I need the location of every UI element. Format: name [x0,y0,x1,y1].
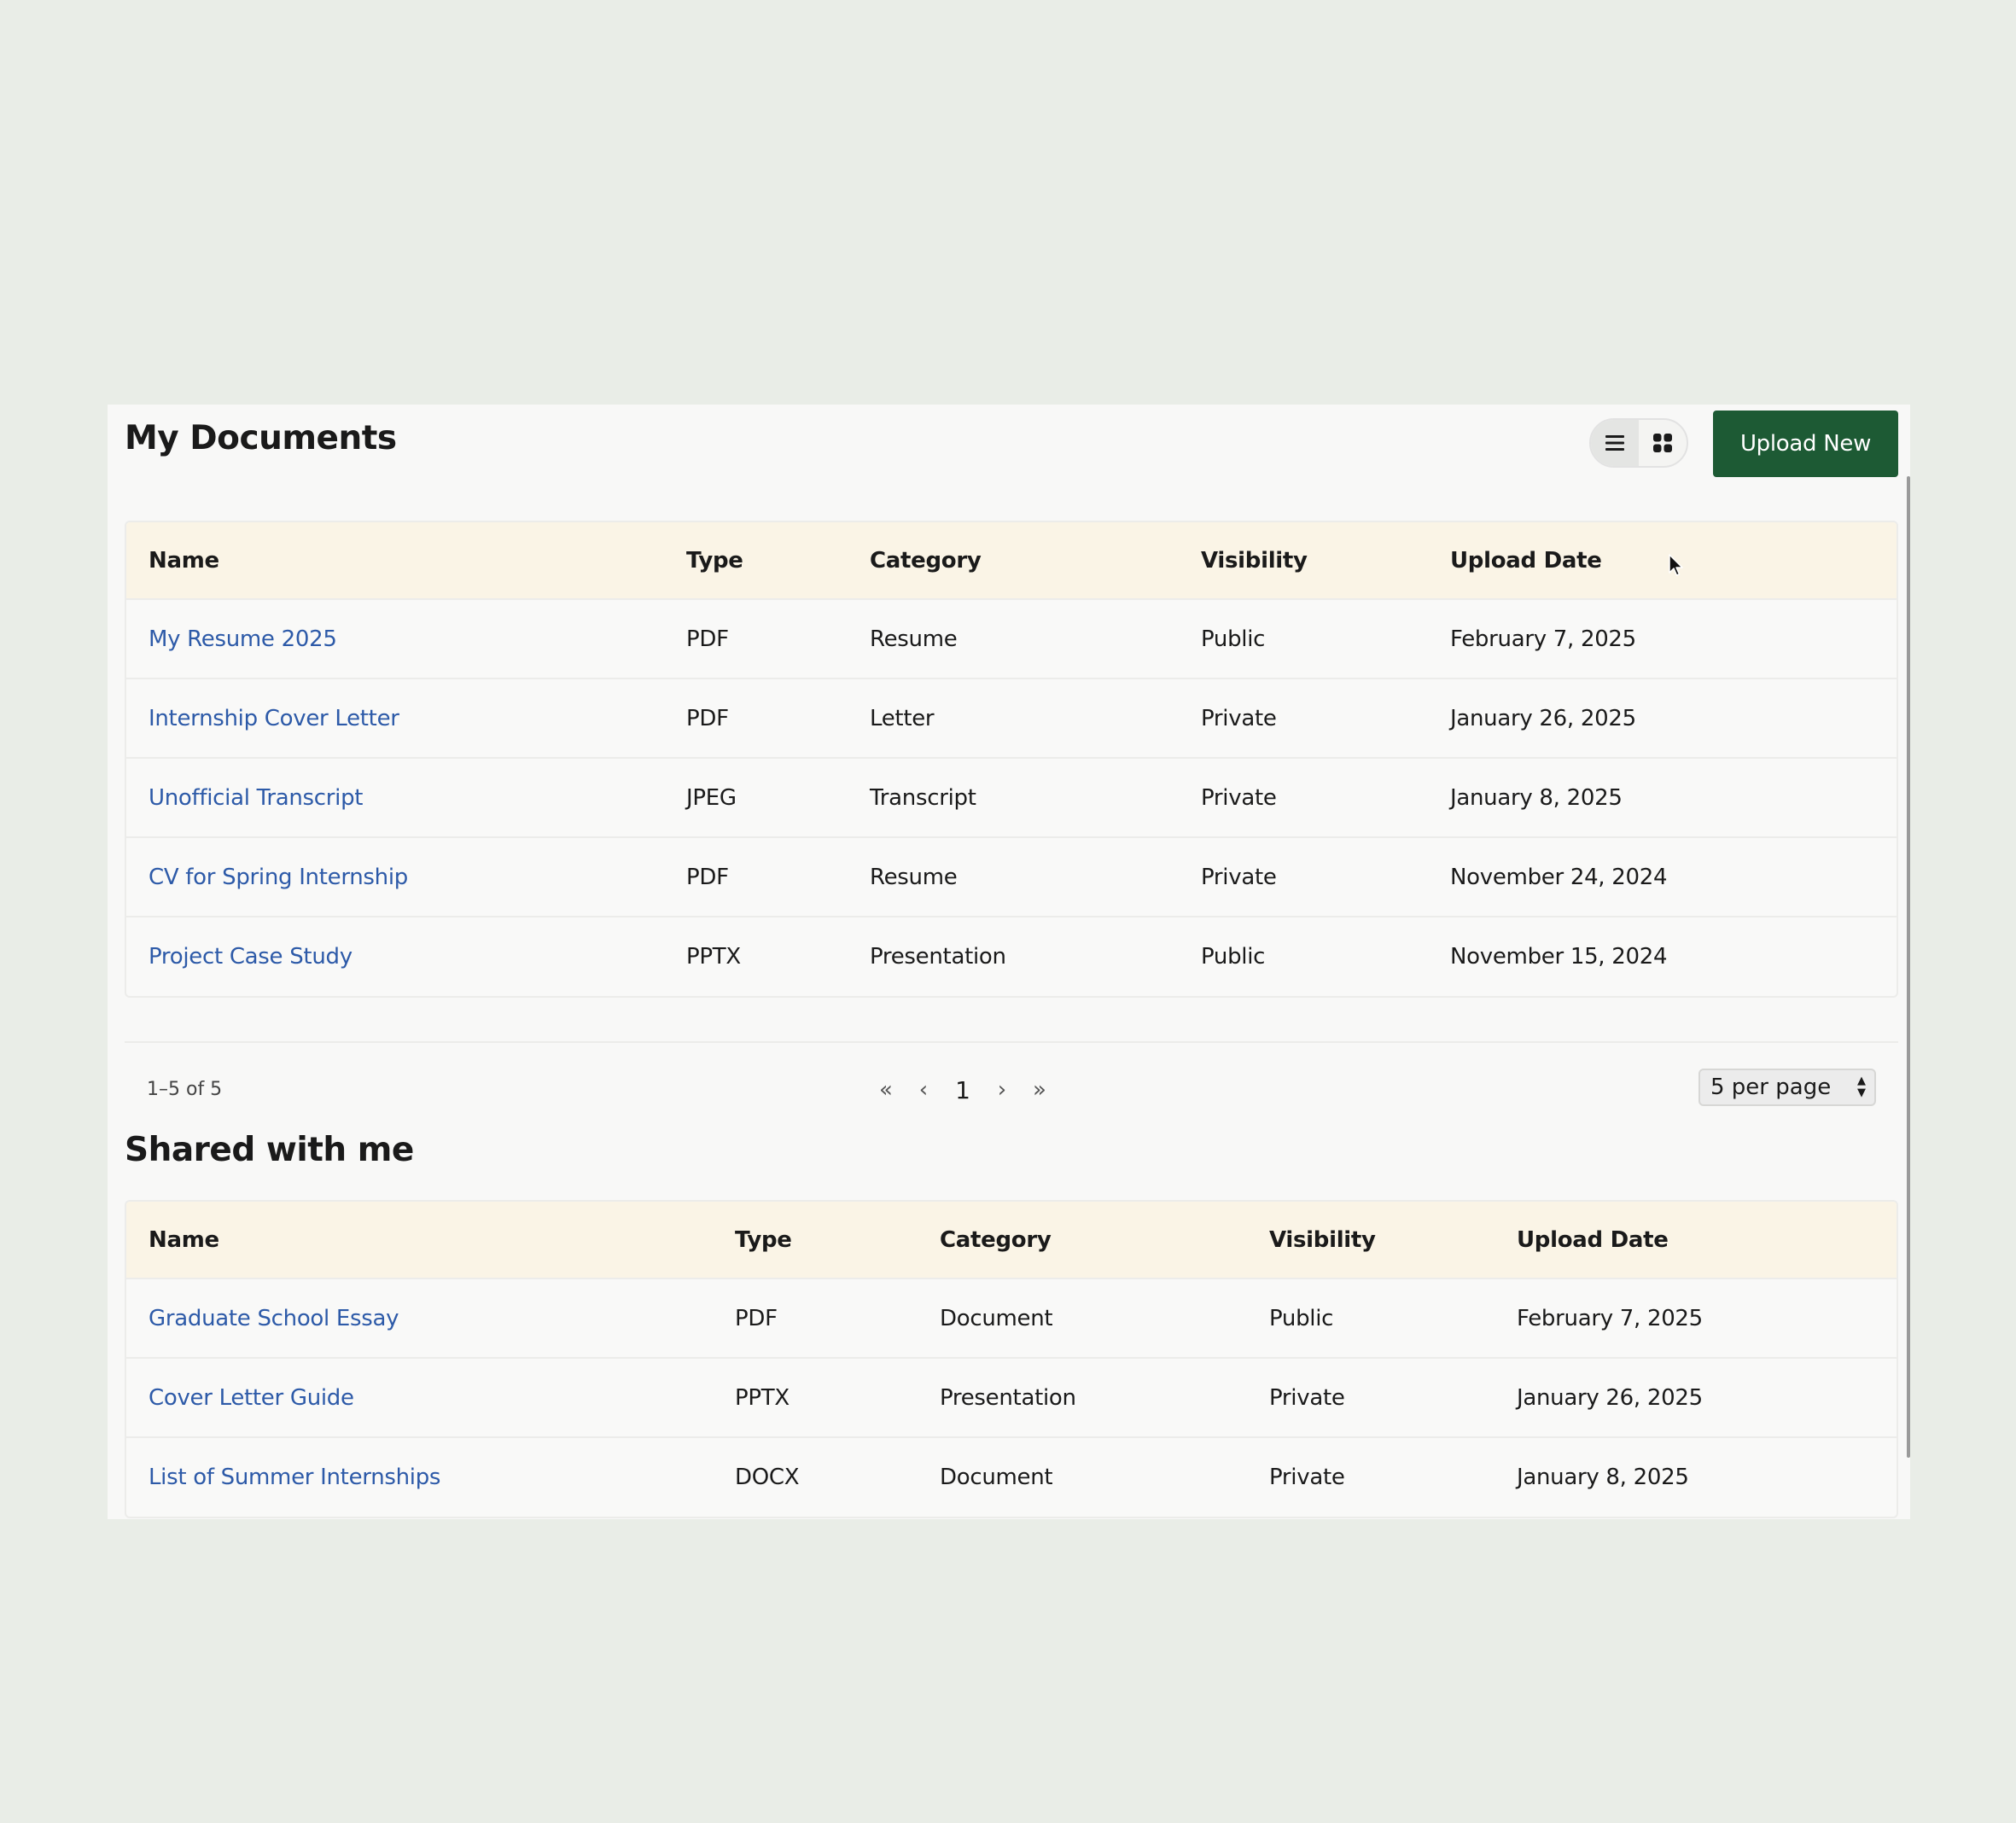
pagination-divider [125,1041,1898,1043]
column-header-upload-date[interactable]: Upload Date [1495,1202,1897,1279]
document-link[interactable]: Unofficial Transcript [149,785,364,811]
pagination-range: 1–5 of 5 [147,1079,223,1100]
document-visibility: Public [1201,944,1266,970]
upload-new-button[interactable]: Upload New [1713,411,1898,477]
list-icon [1605,435,1624,451]
document-visibility: Private [1179,758,1428,838]
table-row: Cover Letter Guide PPTX Presentation Pri… [126,1358,1897,1438]
document-type: PDF [664,599,848,679]
table-row: My Resume 2025 PDF Resume Public Februar… [126,599,1897,679]
document-type: JPEG [664,758,848,838]
document-upload-date: January 26, 2025 [1495,1358,1897,1438]
table-header-row: Name Type Category Visibility Upload Dat… [126,522,1897,600]
column-header-name[interactable]: Name [126,522,664,600]
view-toggle [1589,418,1688,468]
table-row: Project Case Study PPTX Presentation Pub… [126,917,1897,996]
document-upload-date: February 7, 2025 [1495,1278,1897,1359]
document-type: DOCX [735,1465,800,1490]
document-upload-date: February 7, 2025 [1428,599,1897,679]
list-view-button[interactable] [1591,420,1639,466]
next-page-button[interactable]: › [983,1072,1021,1108]
document-category: Presentation [870,944,1006,970]
document-link[interactable]: CV for Spring Internship [149,865,408,890]
document-category: Letter [848,679,1179,759]
current-page[interactable]: 1 [942,1072,983,1108]
document-link[interactable]: List of Summer Internships [149,1465,440,1490]
document-upload-date: November 15, 2024 [1450,944,1668,970]
document-type: PDF [713,1278,918,1359]
document-visibility: Public [1247,1278,1495,1359]
document-link[interactable]: Project Case Study [149,944,353,970]
column-header-visibility[interactable]: Visibility [1179,522,1428,600]
column-header-category[interactable]: Category [918,1202,1247,1279]
document-type: PDF [664,837,848,917]
document-category: Document [918,1278,1247,1359]
document-category: Transcript [848,758,1179,838]
shared-section-title: Shared with me [125,1131,414,1169]
document-category: Resume [848,599,1179,679]
document-type: PDF [664,679,848,759]
documents-panel: My Documents Upload New Name Type Catego… [108,405,1910,1519]
document-category: Document [940,1465,1053,1490]
document-category: Resume [848,837,1179,917]
column-header-upload-date[interactable]: Upload Date [1428,522,1897,600]
document-category: Presentation [918,1358,1247,1438]
column-header-category[interactable]: Category [848,522,1179,600]
scrollbar[interactable] [1907,476,1910,1458]
document-visibility: Public [1179,599,1428,679]
previous-page-button[interactable]: ‹ [905,1072,942,1108]
mouse-cursor-icon [1669,554,1683,576]
per-page-value: 5 per page [1710,1075,1832,1100]
document-link[interactable]: My Resume 2025 [149,626,337,652]
grid-icon [1653,434,1672,452]
document-upload-date: January 26, 2025 [1428,679,1897,759]
pagination-controls: « ‹ 1 › » [867,1072,1058,1108]
per-page-select[interactable]: 5 per page ▲ ▼ [1698,1069,1876,1106]
table-row: Unofficial Transcript JPEG Transcript Pr… [126,758,1897,838]
document-upload-date: January 8, 2025 [1517,1465,1689,1490]
last-page-button[interactable]: » [1021,1072,1058,1108]
page-title: My Documents [125,419,397,457]
column-header-visibility[interactable]: Visibility [1247,1202,1495,1279]
document-visibility: Private [1179,837,1428,917]
document-upload-date: January 8, 2025 [1428,758,1897,838]
table-row: CV for Spring Internship PDF Resume Priv… [126,837,1897,917]
document-visibility: Private [1179,679,1428,759]
column-header-name[interactable]: Name [126,1202,713,1279]
document-type: PPTX [713,1358,918,1438]
column-header-type[interactable]: Type [664,522,848,600]
grid-view-button[interactable] [1639,420,1687,466]
table-row: Graduate School Essay PDF Document Publi… [126,1278,1897,1359]
table-row: Internship Cover Letter PDF Letter Priva… [126,679,1897,759]
document-type: PPTX [686,944,741,970]
first-page-button[interactable]: « [867,1072,905,1108]
column-header-type[interactable]: Type [713,1202,918,1279]
document-link[interactable]: Cover Letter Guide [149,1385,354,1411]
my-documents-table: Name Type Category Visibility Upload Dat… [125,521,1898,998]
document-link[interactable]: Internship Cover Letter [149,706,399,731]
select-arrows-icon: ▲ ▼ [1857,1075,1866,1099]
table-row: List of Summer Internships DOCX Document… [126,1437,1897,1517]
table-header-row: Name Type Category Visibility Upload Dat… [126,1202,1897,1279]
document-link[interactable]: Graduate School Essay [149,1306,399,1331]
shared-documents-table: Name Type Category Visibility Upload Dat… [125,1200,1898,1518]
document-visibility: Private [1247,1358,1495,1438]
document-visibility: Private [1269,1465,1345,1490]
document-upload-date: November 24, 2024 [1428,837,1897,917]
